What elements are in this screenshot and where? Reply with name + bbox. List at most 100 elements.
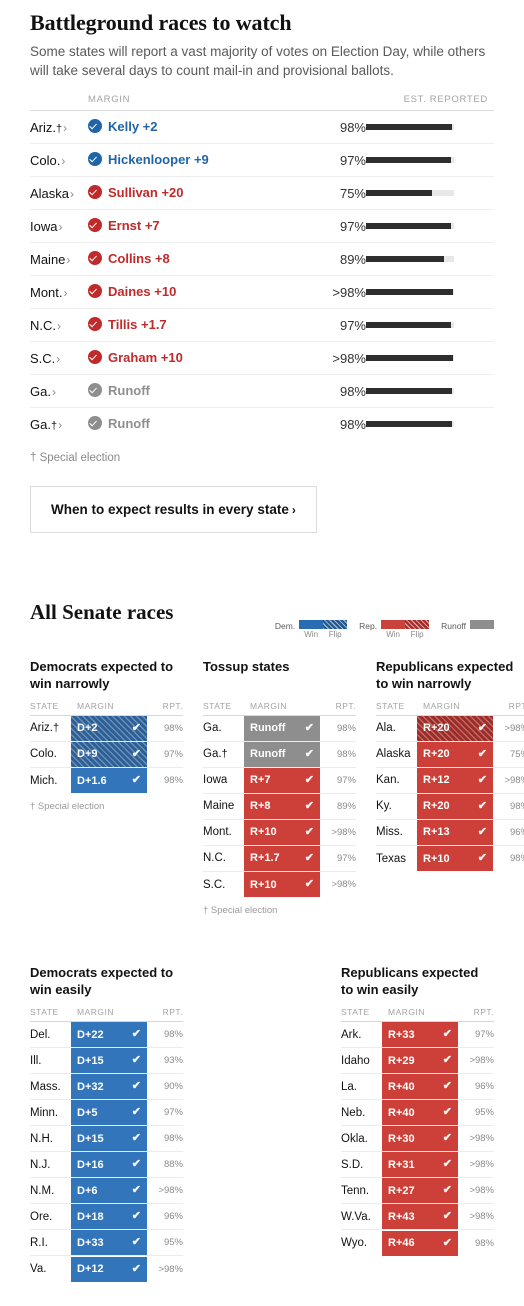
- table-row[interactable]: Wyo. R+46 ✔ 98%: [341, 1229, 494, 1256]
- table-row[interactable]: N.C.› Tillis +1.7 97%: [30, 308, 494, 342]
- margin-value: D+5: [77, 1106, 98, 1119]
- margin-swatch: R+12 ✔: [417, 767, 493, 793]
- table-row[interactable]: Ill. D+15 ✔ 93%: [30, 1047, 183, 1074]
- table-row[interactable]: N.J. D+16 ✔ 88%: [30, 1151, 183, 1178]
- column-header-state: STATE: [341, 1007, 370, 1018]
- when-to-expect-results-button[interactable]: When to expect results in every state ›: [30, 486, 317, 533]
- table-row[interactable]: W.Va. R+43 ✔ >98%: [341, 1203, 494, 1230]
- reported-bar-track: [366, 124, 454, 130]
- table-row[interactable]: R.I. D+33 ✔ 95%: [30, 1229, 183, 1256]
- table-row[interactable]: Mich. D+1.6 ✔ 98%: [30, 767, 183, 794]
- state-label: Ga.: [203, 722, 222, 735]
- state-cell[interactable]: Ga.†›: [30, 408, 88, 441]
- table-row[interactable]: Ga.› Runoff 98%: [30, 374, 494, 408]
- table-row[interactable]: Ore. D+18 ✔ 96%: [30, 1203, 183, 1230]
- table-row[interactable]: N.H. D+15 ✔ 98%: [30, 1125, 183, 1152]
- table-row[interactable]: Iowa› Ernst +7 97%: [30, 209, 494, 243]
- table-row[interactable]: S.C. R+10 ✔ >98%: [203, 871, 356, 898]
- percent-reported: 97%: [339, 152, 366, 168]
- table-row[interactable]: Ala. R+20 ✔ >98%: [376, 715, 524, 741]
- column-header-state: STATE: [376, 700, 405, 711]
- margin-value: R+46: [388, 1237, 415, 1250]
- table-row[interactable]: S.C.› Graham +10 >98%: [30, 341, 494, 375]
- state-cell: Maine: [203, 793, 244, 819]
- candidate-cell: Runoff: [88, 375, 318, 408]
- margin-swatch: R+10 ✔: [244, 872, 320, 898]
- table-row[interactable]: Ga.†› Runoff 98%: [30, 407, 494, 441]
- senate-group-table: STATE MARGIN RPT. Ariz.† D+2 ✔ 98% Colo. D+9 ✔ 97%…: [30, 701, 183, 794]
- table-row[interactable]: Iowa R+7 ✔ 97%: [203, 767, 356, 793]
- margin-swatch: R+33 ✔: [382, 1022, 458, 1048]
- table-row[interactable]: Minn. D+5 ✔ 97%: [30, 1099, 183, 1126]
- table-row[interactable]: Colo.› Hickenlooper +9 97%: [30, 143, 494, 177]
- state-cell[interactable]: Maine›: [30, 243, 88, 276]
- percent-reported: 98%: [339, 383, 366, 399]
- check-icon: ✔: [131, 1158, 141, 1171]
- reported-bar-fill: [366, 223, 452, 229]
- senate-group-table: STATE MARGIN RPT. Ala. R+20 ✔ >98% Alaska R+20 ✔ 7…: [376, 701, 524, 872]
- table-row[interactable]: Mont. R+10 ✔ >98%: [203, 819, 356, 845]
- special-election-dagger: †: [53, 722, 60, 735]
- battleground-table-header: MARGIN EST. REPORTED: [30, 94, 494, 111]
- state-cell[interactable]: Ga.›: [30, 375, 88, 408]
- state-cell[interactable]: Colo.›: [30, 144, 88, 177]
- table-row[interactable]: Del. D+22 ✔ 98%: [30, 1021, 183, 1048]
- table-row[interactable]: Kan. R+12 ✔ >98%: [376, 767, 524, 793]
- table-row[interactable]: Ariz.†› Kelly +2 98%: [30, 110, 494, 144]
- table-row[interactable]: Ark. R+33 ✔ 97%: [341, 1021, 494, 1048]
- table-row[interactable]: Ga.† Runoff ✔ 98%: [203, 741, 356, 767]
- table-row[interactable]: Mass. D+32 ✔ 90%: [30, 1073, 183, 1100]
- table-row[interactable]: Colo. D+9 ✔ 97%: [30, 741, 183, 767]
- table-row[interactable]: Ariz.† D+2 ✔ 98%: [30, 715, 183, 741]
- column-header-rpt: RPT.: [335, 700, 356, 711]
- table-row[interactable]: Ky. R+20 ✔ 98%: [376, 793, 524, 819]
- table-row[interactable]: Miss. R+13 ✔ 96%: [376, 819, 524, 845]
- state-cell[interactable]: S.C.›: [30, 342, 88, 375]
- table-row[interactable]: Neb. R+40 ✔ 95%: [341, 1099, 494, 1126]
- state-cell: N.J.: [30, 1152, 71, 1178]
- table-row[interactable]: Mont.› Daines +10 >98%: [30, 275, 494, 309]
- candidate-name: Collins +8: [108, 251, 170, 266]
- rpt-value: 88%: [163, 1159, 183, 1171]
- table-row[interactable]: Idaho R+29 ✔ >98%: [341, 1047, 494, 1074]
- state-cell[interactable]: Iowa›: [30, 210, 88, 243]
- chevron-right-icon: ›: [70, 186, 75, 201]
- table-row[interactable]: S.D. R+31 ✔ >98%: [341, 1151, 494, 1178]
- table-row[interactable]: Texas R+10 ✔ 98%: [376, 845, 524, 872]
- table-row[interactable]: Maine R+8 ✔ 89%: [203, 793, 356, 819]
- rpt-value: 96%: [474, 1081, 494, 1093]
- reported-bar-cell: [366, 177, 494, 210]
- table-row[interactable]: Alaska R+20 ✔ 75%: [376, 741, 524, 767]
- margin-swatch: D+32 ✔: [71, 1074, 147, 1100]
- state-cell: W.Va.: [341, 1204, 382, 1230]
- table-row[interactable]: Va. D+12 ✔ >98%: [30, 1255, 183, 1282]
- state-label: Ark.: [341, 1028, 362, 1041]
- state-cell[interactable]: Mont.›: [30, 276, 88, 309]
- table-row[interactable]: La. R+40 ✔ 96%: [341, 1073, 494, 1100]
- state-label: Minn.: [30, 1106, 59, 1119]
- state-cell[interactable]: N.C.›: [30, 309, 88, 342]
- table-row[interactable]: Ga. Runoff ✔ 98%: [203, 715, 356, 741]
- state-label: Tenn.: [341, 1184, 370, 1197]
- margin-value: R+20: [423, 800, 450, 813]
- check-icon: ✔: [442, 1210, 452, 1223]
- reported-bar-cell: [366, 408, 494, 441]
- rpt-value: 97%: [336, 852, 356, 864]
- state-cell[interactable]: Alaska›: [30, 177, 88, 210]
- table-row[interactable]: N.C. R+1.7 ✔ 97%: [203, 845, 356, 871]
- table-row[interactable]: Maine› Collins +8 89%: [30, 242, 494, 276]
- check-circle-icon: [88, 119, 102, 133]
- table-row[interactable]: Okla. R+30 ✔ >98%: [341, 1125, 494, 1152]
- check-icon: ✔: [304, 825, 314, 838]
- state-cell: N.H.: [30, 1126, 71, 1152]
- senate-results-page: Battleground races to watch Some states …: [0, 10, 524, 1306]
- state-cell[interactable]: Ariz.†›: [30, 111, 88, 144]
- margin-cell: D+16 ✔: [71, 1152, 147, 1178]
- state-label: Alaska: [376, 748, 411, 761]
- chevron-right-icon: ›: [63, 120, 68, 135]
- state-label: W.Va.: [341, 1210, 371, 1223]
- check-icon: ✔: [131, 774, 141, 787]
- table-row[interactable]: Alaska› Sullivan +20 75%: [30, 176, 494, 210]
- cta-label: When to expect results in every state: [51, 502, 289, 517]
- state-cell: R.I.: [30, 1230, 71, 1256]
